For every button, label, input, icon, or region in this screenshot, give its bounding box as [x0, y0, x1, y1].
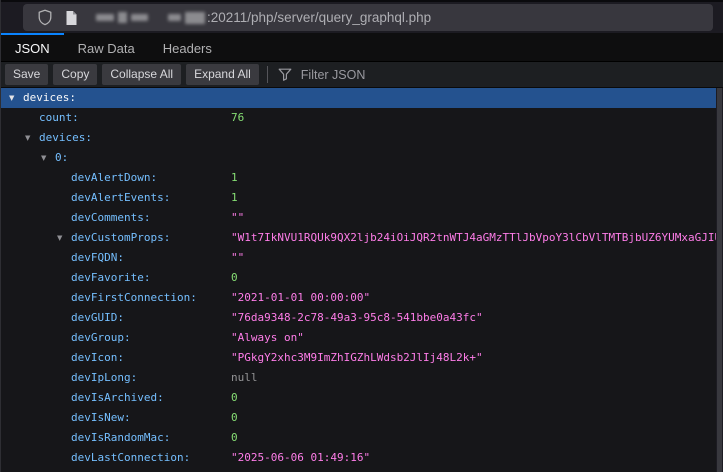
- json-value: "76da9348-2c78-49a3-95c8-541bbe0a43fc": [231, 308, 483, 328]
- json-value: "W1t7IkNVU1RQUk9QX2ljb24iOiJQR2tnWTJ4aGM…: [231, 228, 723, 248]
- json-value: 0: [231, 268, 238, 288]
- filter-json-box[interactable]: [278, 67, 479, 83]
- json-row[interactable]: ▼devCustomProps: "W1t7IkNVU1RQUk9QX2ljb24…: [1, 228, 723, 248]
- json-row[interactable]: ▼devices:: [1, 88, 723, 108]
- browser-chrome: :20211/php/server/query_graphql.php: [1, 0, 723, 33]
- page-icon[interactable]: [64, 10, 78, 26]
- json-value: 1: [231, 168, 238, 188]
- json-value: null: [231, 368, 258, 388]
- json-key: devices:: [1, 131, 92, 144]
- toolbar-buttons: SaveCopyCollapse AllExpand All: [5, 64, 259, 85]
- shield-icon[interactable]: [37, 9, 53, 26]
- json-key: devAlertEvents:: [1, 191, 170, 204]
- json-row[interactable]: devFavorite: 0: [1, 268, 723, 288]
- json-value: 76: [231, 108, 244, 128]
- funnel-icon: [278, 68, 292, 81]
- json-key: devIsNew:: [1, 411, 131, 424]
- viewer-tab-bar: JSONRaw DataHeaders: [1, 33, 723, 62]
- redacted-block: [118, 12, 127, 23]
- json-key: devLastConnection:: [1, 451, 190, 464]
- json-key: devAlertDown:: [1, 171, 157, 184]
- json-row[interactable]: ▼0:: [1, 148, 723, 168]
- json-key: devIsRandomMac:: [1, 431, 170, 444]
- expander-arrow-icon[interactable]: ▼: [25, 128, 30, 148]
- json-value: 0: [231, 428, 238, 448]
- json-row[interactable]: devAlertDown: 1: [1, 168, 723, 188]
- expander-arrow-icon[interactable]: ▼: [57, 228, 62, 248]
- json-key: devCustomProps:: [1, 231, 170, 244]
- scrollbar-thumb[interactable]: [717, 88, 722, 472]
- expander-arrow-icon[interactable]: ▼: [9, 88, 14, 108]
- json-value: "Always on": [231, 328, 304, 348]
- tab-raw-data[interactable]: Raw Data: [64, 33, 149, 61]
- json-key: devComments:: [1, 211, 150, 224]
- json-key: devIsArchived:: [1, 391, 164, 404]
- tab-headers[interactable]: Headers: [149, 33, 226, 61]
- tab-json[interactable]: JSON: [1, 33, 64, 61]
- json-tree: ▼devices:count:76▼devices:▼0:devAlertDow…: [1, 88, 723, 472]
- json-row[interactable]: devFirstConnection: "2021-01-01 00:00:00": [1, 288, 723, 308]
- json-row[interactable]: devIsRandomMac: 0: [1, 428, 723, 448]
- json-row[interactable]: ▼devices:: [1, 128, 723, 148]
- url-bar[interactable]: :20211/php/server/query_graphql.php: [23, 4, 713, 31]
- expand-all-button[interactable]: Expand All: [186, 64, 259, 85]
- json-row[interactable]: devIsArchived: 0: [1, 388, 723, 408]
- json-row[interactable]: devIcon: "PGkgY2xhc3M9ImZhIGZhLWdsb2JlIj4…: [1, 348, 723, 368]
- json-row[interactable]: devComments: "": [1, 208, 723, 228]
- json-row[interactable]: devGUID: "76da9348-2c78-49a3-95c8-541bbe0…: [1, 308, 723, 328]
- json-toolbar: SaveCopyCollapse AllExpand All: [1, 62, 723, 88]
- save-button[interactable]: Save: [5, 64, 48, 85]
- json-row[interactable]: count: 76: [1, 108, 723, 128]
- redacted-block: [96, 14, 114, 21]
- filter-json-input[interactable]: [299, 67, 479, 83]
- copy-button[interactable]: Copy: [53, 64, 97, 85]
- toolbar-separator: [267, 66, 268, 83]
- json-key: devGroup:: [1, 331, 131, 344]
- redacted-block: [168, 14, 181, 21]
- json-value: 1: [231, 188, 238, 208]
- redacted-block: [185, 12, 205, 24]
- json-key: devFQDN:: [1, 251, 124, 264]
- json-value: 0: [231, 408, 238, 428]
- json-key: devIcon:: [1, 351, 124, 364]
- json-row[interactable]: devFQDN: "": [1, 248, 723, 268]
- json-value: "PGkgY2xhc3M9ImZhIGZhLWdsb2JlIj48L2k+": [231, 348, 483, 368]
- url-text: :20211/php/server/query_graphql.php: [207, 10, 431, 25]
- json-row[interactable]: devGroup: "Always on": [1, 328, 723, 348]
- json-key: devIpLong:: [1, 371, 137, 384]
- json-key: devFirstConnection:: [1, 291, 197, 304]
- redacted-block: [131, 14, 148, 21]
- json-key: devFavorite:: [1, 271, 150, 284]
- json-key: 0:: [1, 151, 68, 164]
- expander-arrow-icon[interactable]: ▼: [41, 148, 46, 168]
- json-row[interactable]: devLastConnection: "2025-06-06 01:49:16": [1, 448, 723, 468]
- json-row[interactable]: devIpLong: null: [1, 368, 723, 388]
- json-key: devGUID:: [1, 311, 124, 324]
- json-value: "": [231, 208, 244, 228]
- vertical-scrollbar[interactable]: [716, 88, 723, 472]
- collapse-all-button[interactable]: Collapse All: [102, 64, 181, 85]
- json-value: 0: [231, 388, 238, 408]
- json-value: "2021-01-01 00:00:00": [231, 288, 370, 308]
- json-row[interactable]: devAlertEvents: 1: [1, 188, 723, 208]
- json-value: "2025-06-06 01:49:16": [231, 448, 370, 468]
- json-value: "": [231, 248, 244, 268]
- json-row[interactable]: devIsNew: 0: [1, 408, 723, 428]
- json-key: count:: [1, 111, 79, 124]
- redacted-url-segment: [96, 12, 205, 24]
